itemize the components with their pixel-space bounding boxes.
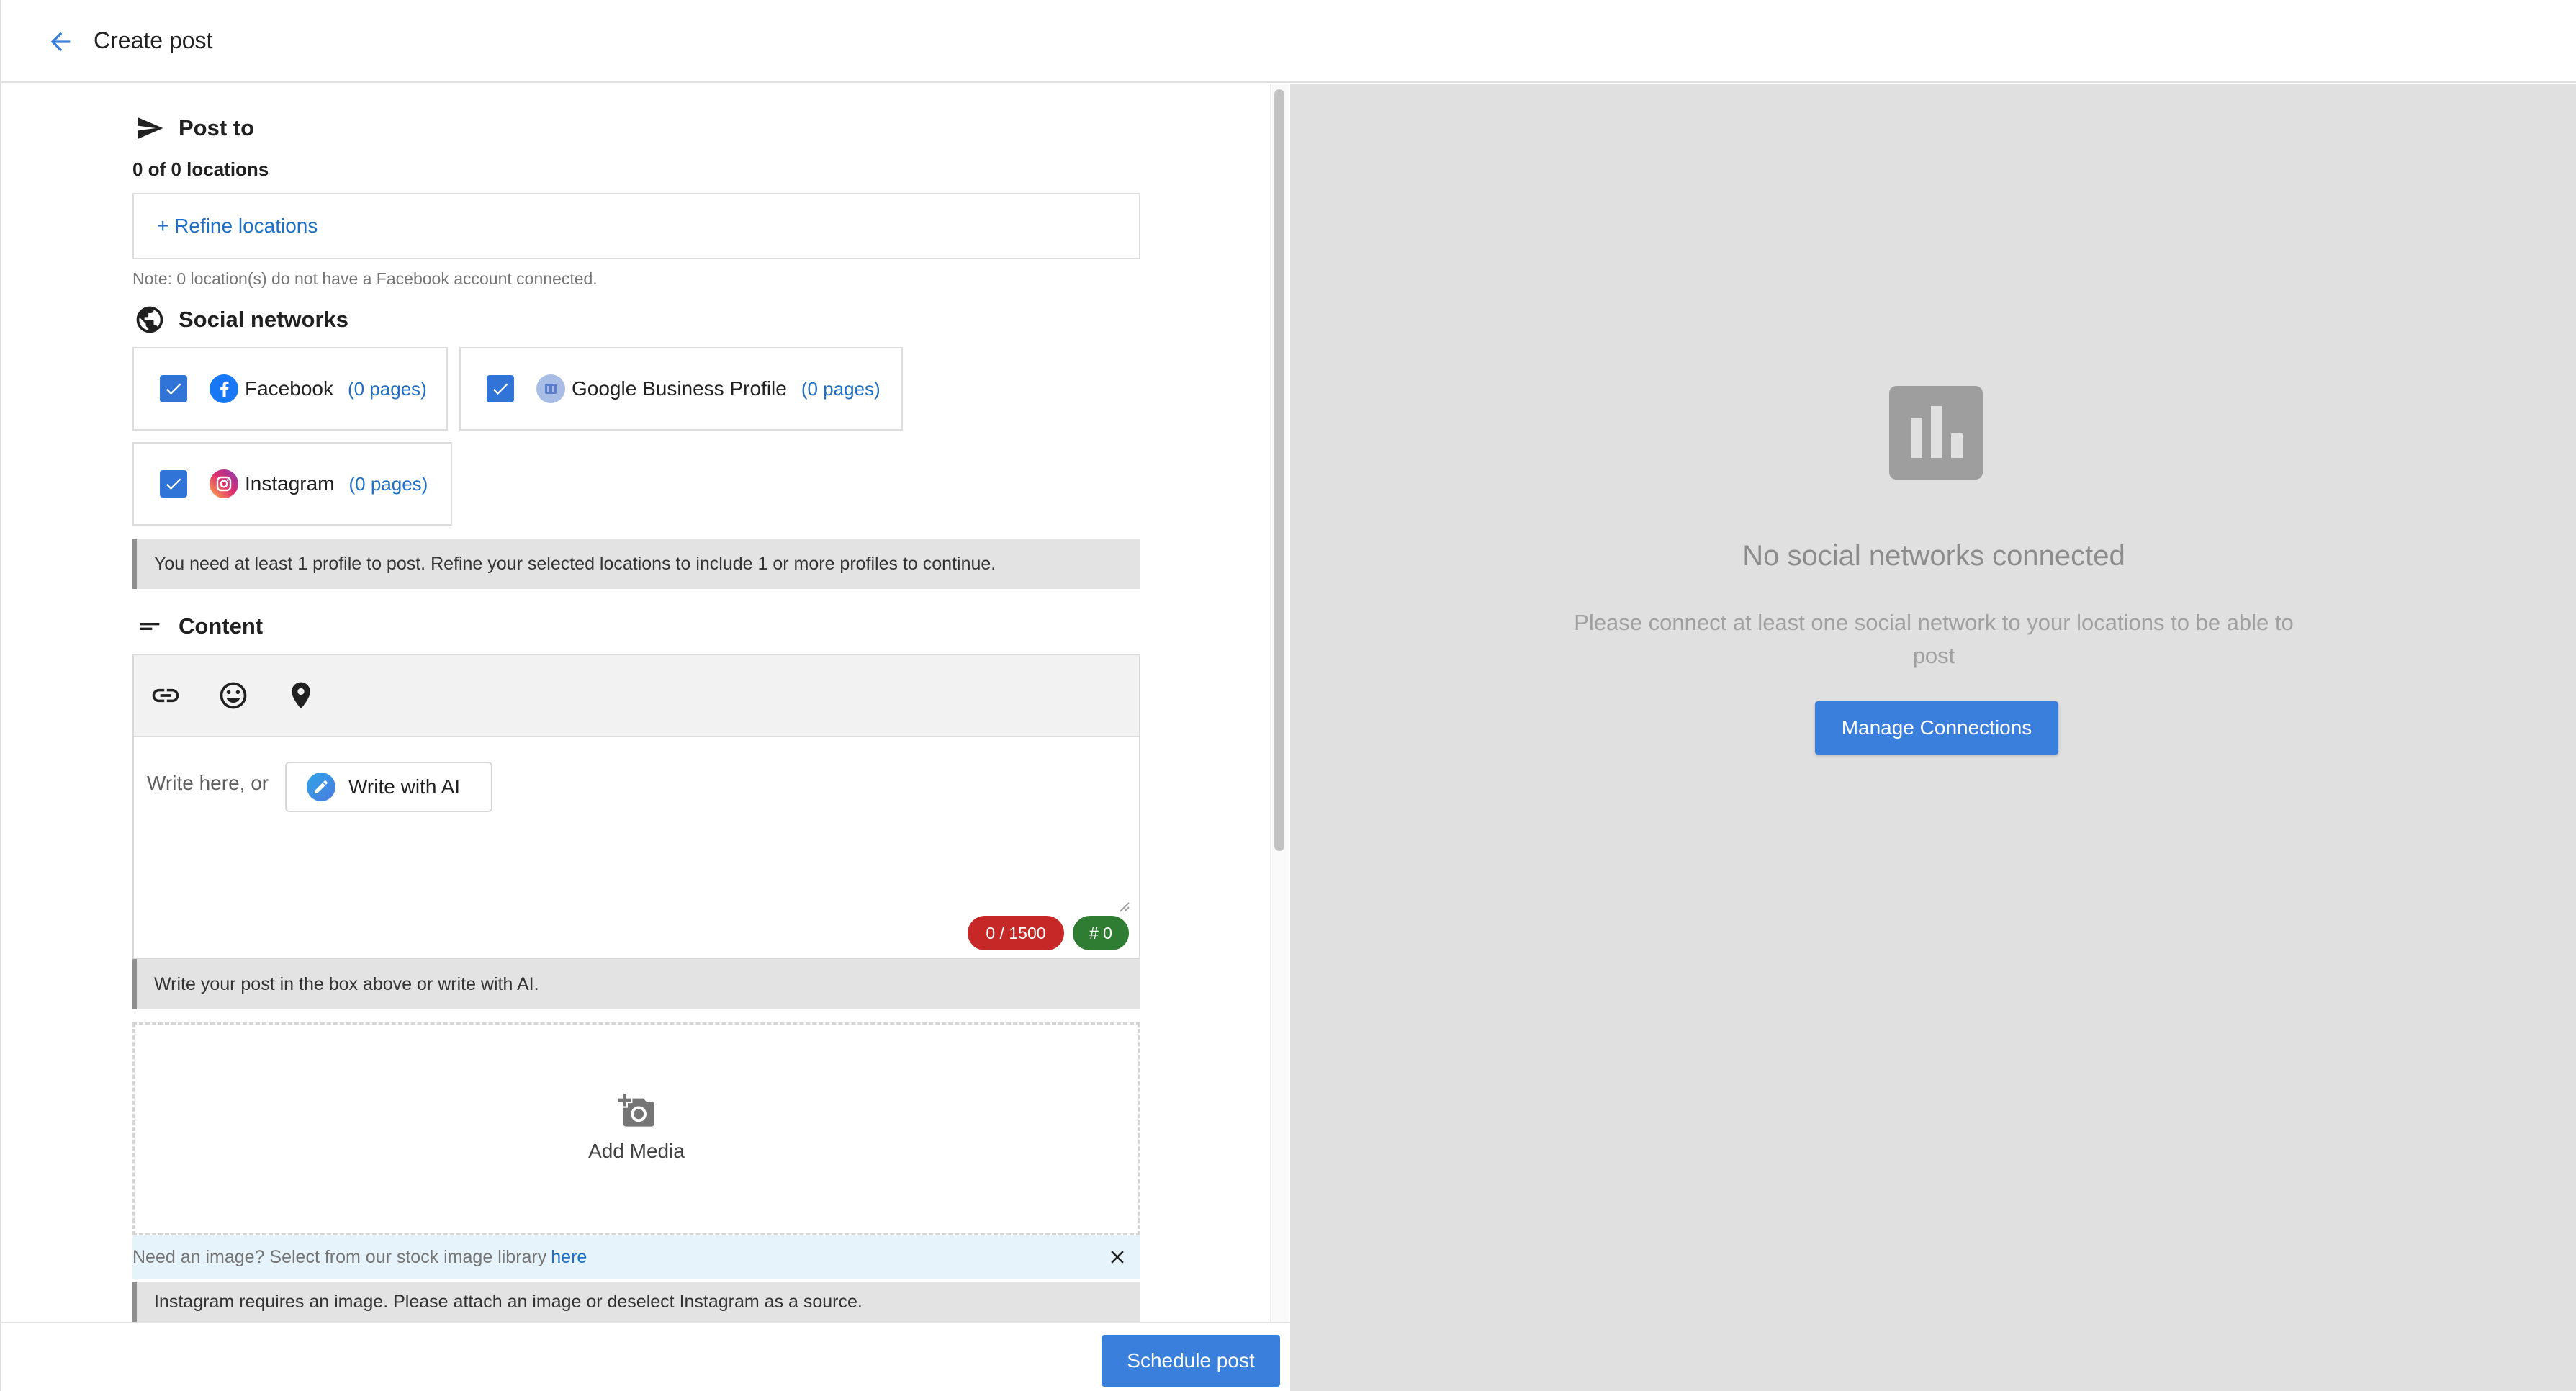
write-with-ai-button[interactable]: Write with AI bbox=[285, 762, 492, 812]
empty-state-description: Please connect at least one social netwo… bbox=[1574, 610, 2294, 668]
page-header: Create post bbox=[1, 0, 2576, 83]
resize-handle-icon[interactable] bbox=[1117, 900, 1130, 913]
locations-count: 0 of 0 locations bbox=[132, 158, 269, 180]
content-hint: Write your post in the box above or writ… bbox=[132, 959, 1140, 1009]
stock-image-prompt: Need an image? Select from our stock ima… bbox=[132, 1246, 547, 1267]
instagram-label: Instagram bbox=[245, 472, 335, 495]
social-networks-header: Social networks bbox=[132, 302, 348, 337]
add-media-label: Add Media bbox=[588, 1140, 685, 1162]
send-icon bbox=[132, 111, 167, 145]
stock-image-banner: Need an image? Select from our stock ima… bbox=[132, 1235, 1140, 1279]
facebook-pages: (0 pages) bbox=[347, 377, 427, 400]
content-title: Content bbox=[179, 613, 264, 639]
preview-panel: No social networks connected Please conn… bbox=[1290, 84, 2576, 1391]
ai-pencil-icon bbox=[307, 773, 335, 801]
instagram-image-warning: Instagram requires an image. Please atta… bbox=[132, 1282, 1140, 1322]
instagram-pages: (0 pages) bbox=[348, 472, 428, 495]
post-to-header: Post to bbox=[132, 111, 254, 145]
network-card-google-business[interactable]: Google Business Profile (0 pages) bbox=[459, 347, 903, 431]
refine-locations-box[interactable]: + Refine locations bbox=[132, 193, 1140, 259]
google-business-icon bbox=[536, 374, 566, 404]
app-root: Create post Post to 0 of 0 locations + R… bbox=[0, 0, 2576, 1391]
google-business-pages: (0 pages) bbox=[801, 377, 881, 400]
network-card-instagram[interactable]: Instagram (0 pages) bbox=[132, 442, 452, 526]
post-to-title: Post to bbox=[179, 115, 255, 140]
google-business-label: Google Business Profile bbox=[572, 377, 787, 400]
instagram-icon bbox=[209, 469, 239, 499]
editor-placeholder[interactable]: Write here, or bbox=[147, 772, 269, 795]
location-pin-icon[interactable] bbox=[281, 675, 321, 716]
hashtag-counter-badge: # 0 bbox=[1073, 916, 1129, 950]
network-card-facebook[interactable]: Facebook (0 pages) bbox=[132, 347, 448, 431]
compose-panel: Post to 0 of 0 locations + Refine locati… bbox=[1, 84, 1290, 1322]
facebook-icon bbox=[209, 374, 239, 404]
add-media-dropzone[interactable]: Add Media bbox=[132, 1022, 1140, 1235]
manage-connections-button[interactable]: Manage Connections bbox=[1815, 701, 2058, 755]
link-icon[interactable] bbox=[145, 675, 186, 716]
schedule-post-button[interactable]: Schedule post bbox=[1102, 1335, 1280, 1387]
page-title: Create post bbox=[94, 27, 213, 53]
post-editor: Write here, or Write with AI 0 / 1500 # … bbox=[132, 654, 1140, 959]
content-header: Content bbox=[132, 609, 263, 644]
facebook-label: Facebook bbox=[245, 377, 333, 400]
emoji-icon[interactable] bbox=[213, 675, 253, 716]
profile-warning: You need at least 1 profile to post. Ref… bbox=[132, 539, 1140, 589]
close-icon[interactable] bbox=[1104, 1244, 1130, 1270]
compose-scrollbar-thumb[interactable] bbox=[1274, 89, 1284, 851]
write-with-ai-label: Write with AI bbox=[348, 775, 461, 798]
editor-toolbar bbox=[134, 655, 1139, 737]
facebook-checkbox[interactable] bbox=[160, 375, 187, 402]
char-counter-badge: 0 / 1500 bbox=[968, 916, 1064, 950]
short-text-icon bbox=[132, 609, 167, 644]
social-networks-title: Social networks bbox=[179, 307, 349, 332]
bar-chart-icon bbox=[1889, 386, 1983, 480]
back-arrow-icon[interactable] bbox=[40, 22, 81, 62]
stock-image-link[interactable]: here bbox=[551, 1247, 587, 1268]
compose-footer: Schedule post bbox=[1, 1322, 1290, 1391]
refine-locations-link[interactable]: + Refine locations bbox=[157, 215, 318, 238]
facebook-note: Note: 0 location(s) do not have a Facebo… bbox=[132, 269, 598, 288]
globe-icon bbox=[132, 302, 167, 337]
empty-state-title: No social networks connected bbox=[1742, 540, 2125, 572]
add-photo-icon bbox=[618, 1094, 654, 1127]
instagram-checkbox[interactable] bbox=[160, 470, 187, 498]
google-business-checkbox[interactable] bbox=[487, 375, 514, 402]
